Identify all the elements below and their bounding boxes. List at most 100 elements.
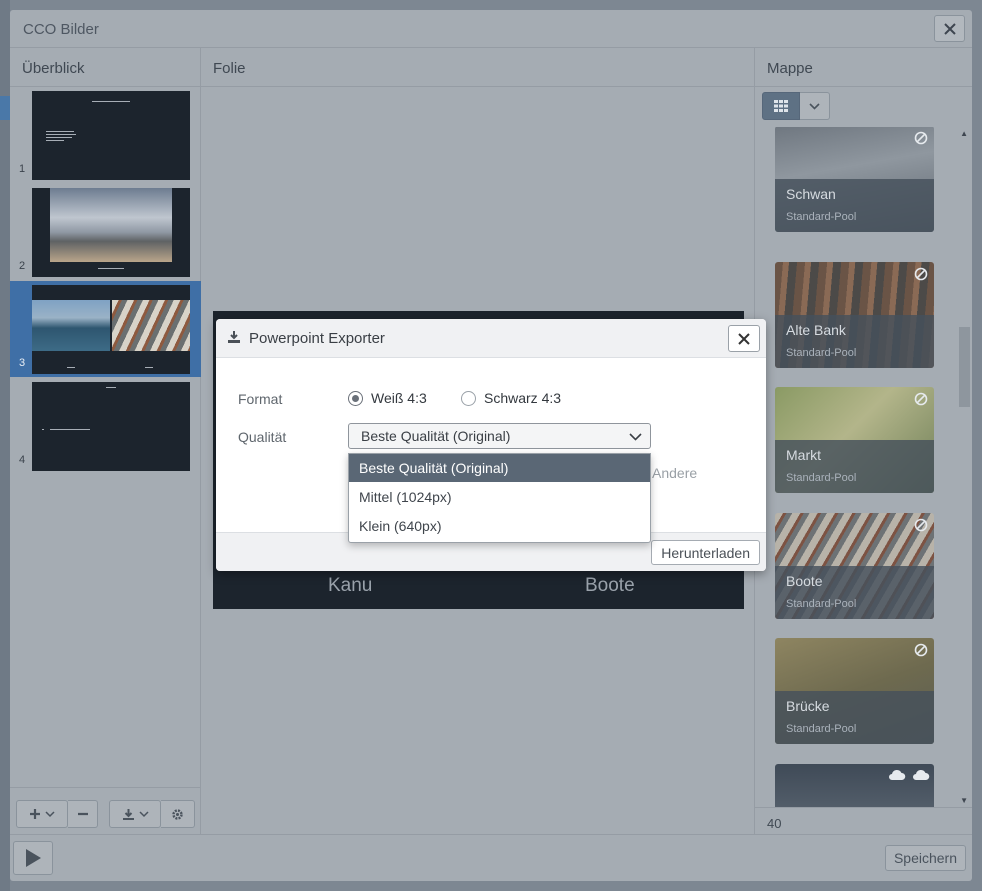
cloud-icon: [889, 769, 906, 780]
format-option-label: Schwarz 4:3: [484, 390, 562, 406]
thumbnail-title-line: [92, 101, 130, 102]
quality-option-best[interactable]: Beste Qualität (Original): [349, 454, 650, 482]
close-icon: [943, 22, 956, 35]
download-icon: [122, 808, 134, 820]
image-card[interactable]: Schwan Standard-Pool: [775, 127, 934, 232]
scroll-up-icon[interactable]: ▲: [960, 129, 968, 138]
format-radio-white[interactable]: Weiß 4:3: [348, 390, 427, 406]
image-pool-label: Standard-Pool: [786, 347, 857, 359]
format-radio-black[interactable]: Schwarz 4:3: [461, 390, 561, 406]
thumbnail-caption-line: [98, 268, 124, 269]
quality-option-medium[interactable]: Mittel (1024px): [349, 483, 650, 511]
slide-thumbnail: [32, 91, 190, 180]
slide-thumbnail: [32, 382, 190, 471]
image-pool-label: Standard-Pool: [786, 723, 857, 735]
window-footer: Speichern: [10, 834, 972, 881]
slide-thumbnail: [32, 188, 190, 277]
overview-title: Überblick: [22, 60, 85, 77]
slide-number: 2: [19, 260, 26, 272]
image-card[interactable]: Markt Standard-Pool: [775, 387, 934, 493]
window-title: CCO Bilder: [23, 21, 99, 38]
slide-caption-left: Kanu: [328, 575, 373, 596]
folder-header: Mappe: [755, 48, 972, 87]
format-option-label: Weiß 4:3: [371, 390, 427, 406]
slide-thumbnail-item[interactable]: 2: [10, 184, 201, 280]
image-count: 40: [767, 816, 782, 831]
quality-select[interactable]: Beste Qualität (Original): [348, 423, 651, 449]
folder-title: Mappe: [767, 60, 813, 77]
image-card[interactable]: Brücke Standard-Pool: [775, 638, 934, 744]
download-button[interactable]: Herunterladen: [651, 540, 760, 565]
image-pool-label: Standard-Pool: [786, 211, 857, 223]
export-menu-button[interactable]: [109, 800, 161, 828]
image-pool-label: Standard-Pool: [786, 598, 857, 610]
dialog-title: Powerpoint Exporter: [249, 330, 385, 347]
slide-thumbnail-item[interactable]: 1: [10, 87, 201, 183]
blocked-icon: [914, 267, 928, 281]
thumbnail-boats-image: [112, 300, 190, 351]
slide-thumbnail-item[interactable]: 4: [10, 378, 201, 474]
scrollbar-thumb[interactable]: [959, 327, 970, 407]
other-option-text: Andere: [652, 465, 698, 481]
image-name: Boote: [786, 573, 823, 589]
format-label: Format: [238, 391, 283, 407]
blocked-icon: [914, 518, 928, 532]
chevron-down-icon: [45, 811, 55, 818]
background-accent: [0, 96, 10, 120]
image-card[interactable]: [775, 764, 934, 807]
slide-thumbnail-item-selected[interactable]: 3: [10, 281, 201, 377]
window-close-button[interactable]: [934, 15, 965, 42]
thumbnail-bullet: [42, 429, 44, 430]
thumbnail-title-line: [106, 387, 116, 388]
image-name: Markt: [786, 447, 821, 463]
overview-header: Überblick: [10, 48, 201, 87]
blocked-icon: [914, 643, 928, 657]
download-icon: [228, 331, 240, 343]
slide-title: Folie: [213, 60, 246, 77]
folder-count-bar: 40: [755, 807, 972, 834]
thumbnail-text-line: [46, 140, 64, 141]
quality-selected-value: Beste Qualität (Original): [361, 428, 511, 444]
scroll-down-icon[interactable]: ▼: [960, 796, 968, 805]
thumbnail-lake-image: [32, 300, 110, 351]
remove-slide-button[interactable]: [68, 800, 98, 828]
gear-icon: [172, 808, 183, 820]
quality-dropdown-list: Beste Qualität (Original) Mittel (1024px…: [348, 453, 651, 543]
image-name: Alte Bank: [786, 322, 846, 338]
dialog-header: Powerpoint Exporter: [216, 319, 766, 358]
image-name: Brücke: [786, 698, 830, 714]
view-options-dropdown[interactable]: [800, 92, 830, 120]
folder-scrollbar[interactable]: ▲ ▼: [957, 127, 972, 807]
image-card[interactable]: Boote Standard-Pool: [775, 513, 934, 619]
slide-number: 1: [19, 163, 26, 175]
settings-button[interactable]: [161, 800, 195, 828]
slide-overview-list: 1 2 3 4: [10, 87, 201, 834]
blocked-icon: [914, 131, 928, 145]
grid-view-button[interactable]: [762, 92, 800, 120]
dialog-close-button[interactable]: [728, 325, 760, 352]
slide-thumbnail: [32, 285, 190, 374]
add-slide-button[interactable]: [16, 800, 68, 828]
save-button[interactable]: Speichern: [884, 845, 966, 871]
thumbnail-text-line: [46, 137, 72, 138]
radio-unselected-icon: [461, 390, 476, 406]
minus-icon: [77, 812, 88, 816]
overview-toolbar: [10, 787, 201, 834]
slide-header: Folie: [201, 48, 755, 87]
grid-icon: [774, 100, 788, 112]
plus-icon: [30, 809, 40, 819]
folder-panel: Schwan Standard-Pool Alte Bank Standard-…: [755, 87, 972, 834]
chevron-down-icon: [138, 811, 149, 818]
thumbnail-caption-line: [145, 367, 153, 368]
chevron-down-icon: [629, 433, 642, 441]
thumbnail-text-line: [46, 131, 74, 132]
quality-option-small[interactable]: Klein (640px): [349, 512, 650, 540]
slide-number: 4: [19, 454, 26, 466]
thumbnail-text-line: [50, 429, 90, 430]
thumbnail-sky-image: [50, 188, 172, 262]
image-card[interactable]: Alte Bank Standard-Pool: [775, 262, 934, 368]
cloud-icon: [913, 769, 930, 780]
play-button[interactable]: [13, 841, 53, 875]
window-titlebar: CCO Bilder: [10, 10, 972, 48]
close-icon: [738, 332, 750, 345]
